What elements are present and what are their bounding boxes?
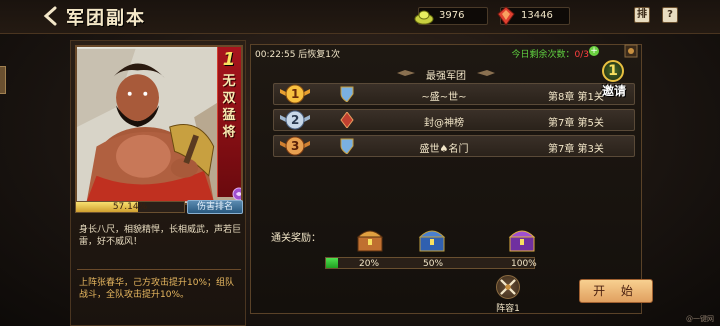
- daily-count: 0/3: [574, 50, 589, 60]
- hero-title: 无双猛将: [222, 74, 236, 140]
- back-arrow-icon[interactable]: [42, 6, 62, 26]
- lineup-button[interactable]: 阵容1: [491, 275, 525, 314]
- hero-banner: 1 无双猛将: [217, 47, 241, 197]
- blue-chest-icon[interactable]: [417, 225, 447, 255]
- gem-counter: 13446: [497, 6, 570, 26]
- crossed-swords-icon: [496, 275, 520, 299]
- milestone-label: 20%: [359, 259, 380, 269]
- add-attempts-button[interactable]: +: [589, 46, 599, 56]
- guild-shield-icon: [340, 86, 354, 102]
- page-title: 军团副本: [66, 8, 146, 29]
- hero-hp-bar: 57.14%: [75, 201, 185, 213]
- leaderboard-button[interactable]: 排: [634, 7, 650, 23]
- watermark: @一键网: [686, 315, 714, 323]
- milestone-label: 50%: [423, 259, 444, 269]
- gem-value: 13446: [521, 10, 553, 21]
- hero-bonus-text: 上阵张春华，己方攻击提升10%；组队战斗，全队攻击提升10%。: [79, 278, 235, 300]
- milestone-label: 100%: [511, 259, 537, 269]
- guild-shield-icon: [340, 138, 354, 154]
- gold-counter: 3976: [414, 7, 488, 25]
- purple-orb-icon[interactable]: [232, 187, 243, 201]
- gem-icon: [497, 6, 515, 26]
- damage-ranking-button[interactable]: 伤害排名: [187, 200, 243, 214]
- clear-reward-progress-fill: [326, 258, 339, 268]
- daily-attempts: 今日剩余次数：0/3: [512, 47, 590, 60]
- daily-label: 今日剩余次数：: [511, 50, 575, 60]
- help-button[interactable]: ?: [662, 7, 678, 23]
- invite-button[interactable]: 1 邀请: [588, 56, 640, 100]
- dungeon-panel: 00:22:55 后恢复1次 今日剩余次数：0/3 + 最强军团 1 ~盛~世~…: [250, 44, 653, 314]
- gold-value: 3976: [439, 10, 465, 21]
- invite-count: 1: [602, 60, 624, 82]
- rank-number: 1: [291, 87, 300, 101]
- guild-banner-icon: [340, 112, 354, 128]
- guild-progress: 第7章 第5关: [548, 118, 604, 129]
- ranking-row[interactable]: 1 ~盛~世~ 第8章 第1关: [273, 83, 635, 105]
- guild-progress: 第7章 第3关: [548, 144, 604, 155]
- ranking-row[interactable]: 2 封@神榜 第7章 第5关: [273, 109, 635, 131]
- top-bar: 军团副本 3976 13446 排 ?: [0, 0, 720, 34]
- settings-knob-icon[interactable]: [624, 44, 638, 58]
- rank-number: 2: [291, 113, 300, 127]
- gold-ingot-icon: [414, 10, 434, 25]
- side-tab[interactable]: [0, 66, 6, 94]
- clear-reward-label: 通关奖励：: [271, 233, 321, 244]
- guild-name: 封@神榜: [424, 118, 464, 129]
- hero-portrait: 1 无双猛将: [75, 45, 243, 205]
- hero-hp-text: 57.14%: [112, 202, 148, 212]
- invite-label: 邀请: [601, 84, 626, 98]
- purple-chest-icon[interactable]: [507, 225, 537, 255]
- hero-rank-number: 1: [222, 49, 236, 70]
- lineup-label: 阵容1: [496, 304, 520, 314]
- bronze-chest-icon[interactable]: [355, 225, 385, 255]
- guild-name: ~盛~世~: [421, 92, 467, 103]
- rank-number: 3: [291, 139, 300, 153]
- divider: [77, 269, 241, 270]
- ranking-row[interactable]: 3 盛世♠名门 第7章 第3关: [273, 135, 635, 157]
- hero-description: 身长八尺，相貌精悍，长相威武，声若巨雷，好不威风！: [79, 225, 242, 247]
- hero-panel: 1 无双猛将 57.14% 伤害排名 身长八尺，相貌精悍，长相威武，声若巨雷，好…: [70, 40, 246, 326]
- start-button[interactable]: 开 始: [579, 279, 653, 303]
- recovery-timer: 00:22:55 后恢复1次: [255, 50, 341, 60]
- ornament-right-icon: [477, 70, 495, 76]
- guild-name: 盛世♠名门: [419, 144, 469, 155]
